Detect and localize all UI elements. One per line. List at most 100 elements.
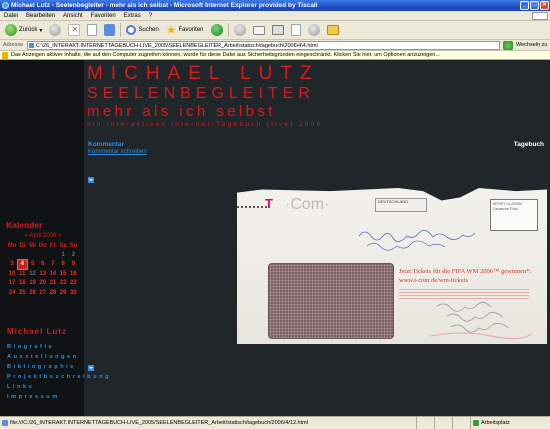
kommentar-heading: Kommentar [88,141,125,148]
address-input[interactable]: C:\26_INTERAKT.INTERNETTAGEBUCH-LIVE_200… [27,40,500,50]
calendar-day-current[interactable]: 4 [16,259,28,270]
back-arrow-icon [5,24,17,36]
calendar-day[interactable]: 25 [17,288,27,297]
history-icon [233,24,246,36]
minimize-button[interactable]: _ [520,1,529,10]
page-content: MICHAEL LUTZ SEELENBEGLEITER mehr als ic… [0,60,550,416]
calendar-day[interactable]: 29 [58,288,68,297]
go-button[interactable]: Wechseln zu [516,42,550,48]
weekday-label: Sa [59,242,67,249]
weekday-label: Fr [49,242,56,249]
menu-bearbeiten[interactable]: Bearbeiten [26,11,55,20]
nav-item-bibliographie[interactable]: Bibliographie [7,362,111,372]
scroll-down-icon[interactable] [88,177,94,183]
mail-button[interactable] [251,23,267,38]
calendar-day [17,250,27,259]
toolbar: Zurück ▾ Suchen ★ Favoriten [0,21,550,40]
calendar-day[interactable]: 22 [58,279,68,288]
weekday-label: Mi [29,242,36,249]
edit-button[interactable] [289,23,303,38]
kommentar-schreiben-link[interactable]: Kommentar schreiben [88,149,147,155]
search-label: Suchen [138,27,159,33]
calendar-day[interactable]: 11 [17,269,27,278]
calendar-day[interactable]: 27 [38,288,48,297]
status-url: file:///C:/26_INTERAKT.INTERNETTAGEBUCH-… [0,417,416,429]
menu-favoriten[interactable]: Favoriten [91,11,116,20]
calendar-day[interactable]: 14 [48,269,58,278]
envelope-promo-url: www.t-com.de/wm-tickets [399,277,468,284]
internet-explorer-icon [2,2,9,9]
media-button[interactable] [209,23,225,38]
nav-item-projektbeschreibung[interactable]: Projektbeschreibung [7,372,111,382]
media-icon [210,24,223,36]
nav-item-ausstellungen[interactable]: Ausstellungen [7,352,111,362]
printer-icon [271,25,284,35]
nav-item-links[interactable]: Links [7,382,111,392]
calendar-day[interactable]: 7 [48,260,58,269]
calendar-day[interactable]: 9 [68,260,78,269]
stop-icon [68,24,81,36]
calendar-day[interactable]: 19 [27,279,37,288]
chevron-down-icon: ▾ [39,27,43,34]
nav-item-impressum[interactable]: Impressum [7,392,111,402]
folder-button[interactable] [325,23,341,38]
logo-subtitle: SEELENBEGLEITER [87,85,315,102]
calendar-day[interactable]: 13 [38,269,48,278]
forward-button[interactable] [47,23,63,38]
calendar-day[interactable]: 26 [27,288,37,297]
calendar-day[interactable]: 21 [48,279,58,288]
site-logo: MICHAEL LUTZ SEELENBEGLEITER mehr als ic… [87,63,323,129]
calendar-day[interactable]: 20 [38,279,48,288]
calendar-day[interactable]: 3 [7,260,17,269]
information-bar[interactable]: Das Anzeigen aktiver Inhalte, die auf de… [0,51,550,60]
calendar-day[interactable]: 8 [58,260,68,269]
weekday-label: Do [38,242,47,249]
envelope-stamp: ePOST CLASSIC Deutsche Post [490,199,538,231]
envelope-window [268,263,394,339]
star-icon: ★ [165,23,177,37]
folder-icon [326,25,339,35]
calendar-week-row: 3 4 5 6 7 8 9 [7,259,79,270]
window-controls: _ □ ✕ [520,1,549,10]
scroll-down-icon[interactable] [88,365,94,371]
stop-button[interactable] [66,23,82,38]
history-button[interactable] [232,23,248,38]
status-cell [416,417,434,429]
calendar-month-nav[interactable]: « April 2006 » [7,233,79,239]
nav-heading: Michael Lutz [7,327,68,336]
menu-extras[interactable]: Extras [124,11,141,20]
close-button[interactable]: ✕ [540,1,549,10]
home-button[interactable] [102,23,117,38]
go-arrow-icon[interactable] [503,40,513,50]
menu-help[interactable]: ? [149,11,152,20]
menu-datei[interactable]: Datei [4,11,18,20]
calendar-day[interactable]: 23 [68,279,78,288]
calendar-day[interactable]: 10 [7,269,17,278]
calendar-day[interactable]: 30 [68,288,78,297]
calendar-day[interactable]: 15 [58,269,68,278]
menu-ansicht[interactable]: Ansicht [63,11,83,20]
print-button[interactable] [270,23,286,38]
back-button[interactable]: Zurück ▾ [3,23,44,38]
status-bar: file:///C:/26_INTERAKT.INTERNETTAGEBUCH-… [0,416,550,429]
calendar-day[interactable]: 17 [7,279,17,288]
refresh-button[interactable] [85,23,99,38]
search-button[interactable]: Suchen [124,23,160,38]
calendar-day[interactable]: 28 [48,288,58,297]
favorites-button[interactable]: ★ Favoriten [164,23,206,38]
messenger-button[interactable] [306,23,322,38]
calendar-day [38,250,48,259]
address-label: Adresse [3,42,24,48]
maximize-button[interactable]: □ [530,1,539,10]
calendar-day[interactable]: 16 [68,269,78,278]
tagebuch-heading: Tagebuch [513,141,544,148]
nav-item-biografie[interactable]: Biografie [7,342,111,352]
address-bar: Adresse C:\26_INTERAKT.INTERNETTAGEBUCH-… [0,40,550,51]
calendar-day[interactable]: 24 [7,288,17,297]
back-label: Zurück [19,27,38,33]
calendar-day[interactable]: 6 [38,260,48,269]
calendar-day [48,250,58,259]
calendar-day[interactable]: 5 [27,260,37,269]
calendar-day [27,250,37,259]
calendar-day[interactable]: 18 [17,279,27,288]
